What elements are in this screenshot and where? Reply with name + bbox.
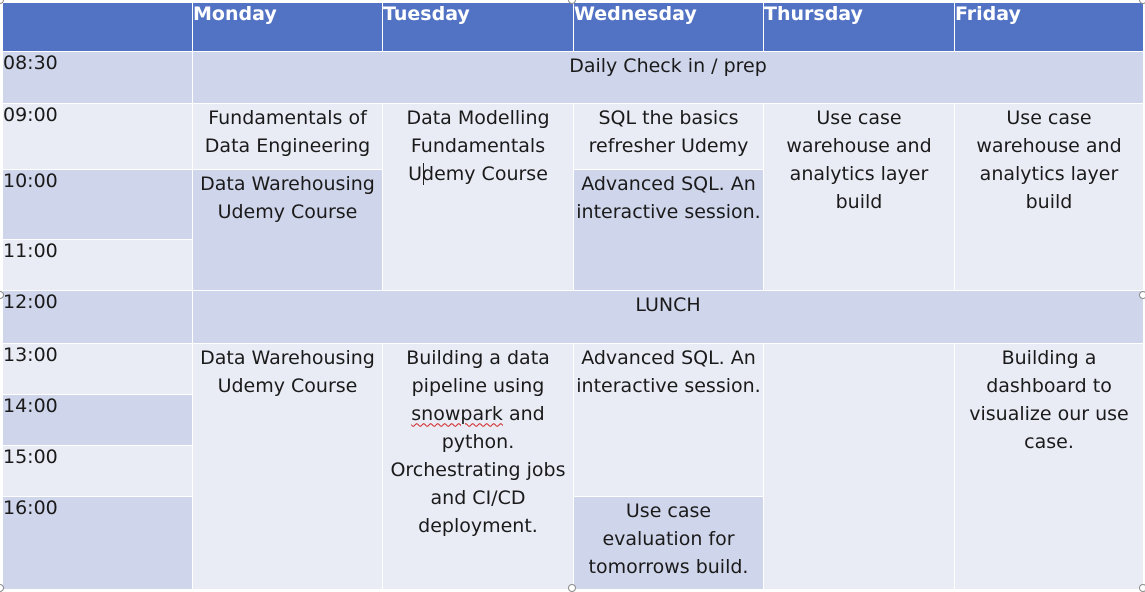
header-friday[interactable]: Friday [954, 1, 1144, 53]
row-1300: 13:00 Data Warehousing Udemy Course Buil… [2, 342, 1144, 591]
tue-pipeline-text-a: Building a data pipeline using [406, 346, 550, 397]
time-0900[interactable]: 09:00 [2, 103, 193, 171]
header-monday[interactable]: Monday [192, 1, 383, 53]
mon-fundamentals-cell[interactable]: Fundamentals of Data Engineering [192, 103, 383, 171]
time-1100[interactable]: 11:00 [2, 239, 193, 292]
fri-dashboard-cell[interactable]: Building a dashboard to visualize our us… [954, 342, 1144, 591]
wed-advanced-sql-am-cell[interactable]: Advanced SQL. An interactive session. [573, 169, 764, 292]
time-1600[interactable]: 16:00 [2, 495, 193, 591]
resize-handle-bottom-left[interactable] [0, 584, 4, 592]
header-wednesday[interactable]: Wednesday [573, 1, 764, 53]
mon-data-warehousing-pm-cell[interactable]: Data Warehousing Udemy Course [192, 342, 383, 591]
daily-checkin-cell[interactable]: Daily Check in / prep [192, 51, 1144, 105]
thu-pm-empty-cell[interactable] [763, 342, 955, 591]
row-0900: 09:00 Fundamentals of Data Engineering D… [2, 103, 1144, 292]
tue-data-modelling-text-b: demy Course [422, 163, 548, 186]
header-corner-cell[interactable] [2, 1, 193, 53]
thu-use-case-warehouse-cell[interactable]: Use case warehouse and analytics layer b… [763, 103, 955, 292]
time-1500[interactable]: 15:00 [2, 444, 193, 497]
weekly-schedule-table[interactable]: Monday Tuesday Wednesday Thursday Friday… [2, 1, 1144, 591]
tue-data-modelling-cell[interactable]: Data Modelling Fundamentals Udemy Course [382, 103, 574, 292]
fri-use-case-warehouse-cell[interactable]: Use case warehouse and analytics layer b… [954, 103, 1144, 292]
resize-handle-top-right[interactable] [1139, 0, 1145, 4]
resize-handle-bottom-middle[interactable] [568, 584, 576, 592]
row-0830: 08:30 Daily Check in / prep [2, 51, 1144, 105]
wed-sql-basics-cell[interactable]: SQL the basics refresher Udemy [573, 103, 764, 171]
time-1000[interactable]: 10:00 [2, 169, 193, 241]
time-1400[interactable]: 14:00 [2, 393, 193, 446]
header-row: Monday Tuesday Wednesday Thursday Friday [2, 1, 1144, 53]
tue-data-pipeline-cell[interactable]: Building a data pipeline using snowpark … [382, 342, 574, 591]
wed-use-case-evaluation-cell[interactable]: Use case evaluation for tomorrows build. [573, 495, 764, 591]
resize-handle-middle-right[interactable] [1139, 291, 1145, 299]
time-1300[interactable]: 13:00 [2, 342, 193, 395]
time-1200[interactable]: 12:00 [2, 290, 193, 344]
header-tuesday[interactable]: Tuesday [382, 1, 574, 53]
header-thursday[interactable]: Thursday [763, 1, 955, 53]
mon-data-warehousing-am-cell[interactable]: Data Warehousing Udemy Course [192, 169, 383, 292]
lunch-cell[interactable]: LUNCH [192, 290, 1144, 344]
schedule-table-frame[interactable]: Monday Tuesday Wednesday Thursday Friday… [0, 0, 1145, 592]
wed-advanced-sql-pm-cell[interactable]: Advanced SQL. An interactive session. [573, 342, 764, 497]
spellcheck-word: snowpark [411, 402, 503, 425]
time-0830[interactable]: 08:30 [2, 51, 193, 105]
row-1200: 12:00 LUNCH [2, 290, 1144, 344]
resize-handle-bottom-right[interactable] [1139, 584, 1145, 592]
